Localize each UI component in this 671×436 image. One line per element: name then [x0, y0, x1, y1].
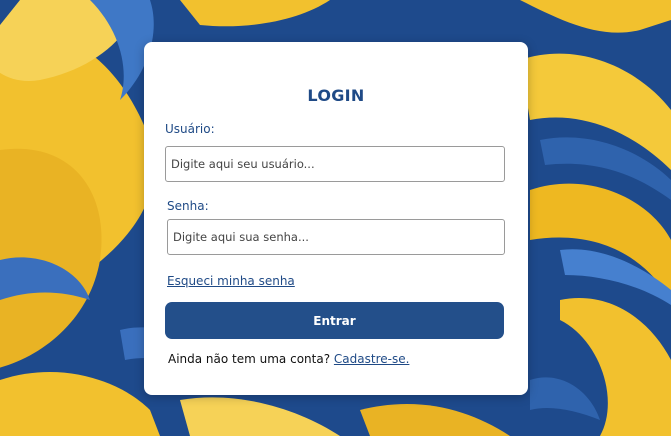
submit-button[interactable]: Entrar [165, 302, 504, 339]
password-input[interactable] [167, 219, 505, 255]
login-title: LOGIN [307, 86, 365, 105]
forgot-password-link[interactable]: Esqueci minha senha [167, 274, 295, 288]
signup-row: Ainda não tem uma conta? Cadastre-se. [168, 352, 409, 366]
username-label: Usuário: [165, 122, 215, 136]
signup-link[interactable]: Cadastre-se. [334, 352, 410, 366]
username-input[interactable] [165, 146, 505, 182]
signup-prompt: Ainda não tem uma conta? [168, 352, 331, 366]
password-label: Senha: [167, 199, 209, 213]
login-card: LOGIN Usuário: Senha: Esqueci minha senh… [144, 42, 528, 395]
